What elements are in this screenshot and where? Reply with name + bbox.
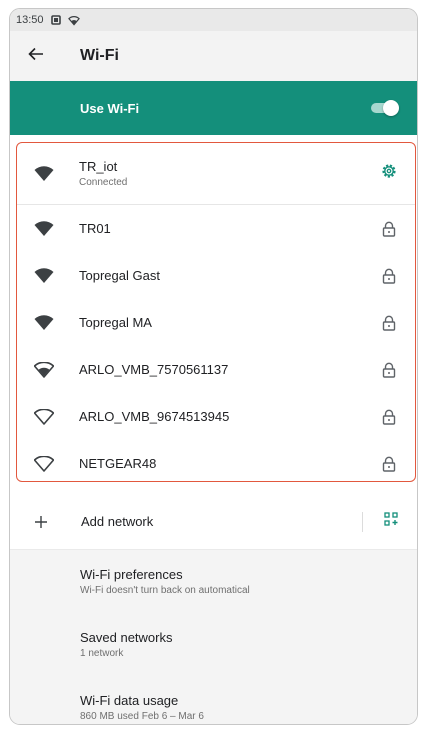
lock-icon <box>363 362 415 378</box>
network-row[interactable]: ARLO_VMB_9674513945 <box>17 393 415 440</box>
network-row[interactable]: NETGEAR48 <box>17 440 415 481</box>
qr-scan-icon <box>384 512 398 531</box>
wifi-signal-outline-icon <box>17 408 71 425</box>
network-row-connected[interactable]: TR_iot Connected <box>17 143 415 205</box>
wifi-status-icon <box>67 14 80 26</box>
network-status: Connected <box>79 177 128 188</box>
network-row[interactable]: TR01 <box>17 205 415 252</box>
lock-icon <box>363 315 415 331</box>
network-name: TR01 <box>79 221 111 236</box>
arrow-left-icon <box>28 47 44 66</box>
network-name: ARLO_VMB_9674513945 <box>79 409 230 424</box>
network-row[interactable]: Topregal MA <box>17 299 415 346</box>
wifi-signal-outline-icon <box>17 455 71 472</box>
gear-icon <box>381 163 397 184</box>
lock-icon <box>363 221 415 237</box>
notification-square-icon <box>50 14 62 26</box>
back-button[interactable] <box>10 31 62 81</box>
app-bar: Wi-Fi <box>10 31 417 81</box>
wifi-signal-full-icon <box>17 314 71 331</box>
use-wifi-toggle[interactable] <box>369 100 399 116</box>
page-title: Wi-Fi <box>80 47 119 64</box>
status-bar: 13:50 <box>10 9 417 31</box>
network-row[interactable]: ARLO_VMB_7570561137 <box>17 346 415 393</box>
lock-icon <box>363 456 415 472</box>
network-name: Topregal Gast <box>79 268 160 283</box>
pref-subtitle: 860 MB used Feb 6 – Mar 6 <box>80 711 204 722</box>
pref-subtitle: Wi-Fi doesn't turn back on automatical <box>80 585 250 596</box>
wifi-signal-full-icon <box>17 267 71 284</box>
wifi-preferences-item[interactable]: Wi-Fi preferences Wi-Fi doesn't turn bac… <box>10 550 417 613</box>
preferences-section: Wi-Fi preferences Wi-Fi doesn't turn bac… <box>10 550 417 724</box>
wifi-data-usage-item[interactable]: Wi-Fi data usage 860 MB used Feb 6 – Mar… <box>10 676 417 724</box>
network-list: TR_iot Connected TR01 Topregal Gast Topr… <box>16 142 416 482</box>
network-name: Topregal MA <box>79 315 152 330</box>
network-name: TR_iot <box>79 159 118 174</box>
add-network-row[interactable]: Add network <box>10 494 417 550</box>
use-wifi-row[interactable]: Use Wi-Fi <box>10 81 417 135</box>
network-row[interactable]: Topregal Gast <box>17 252 415 299</box>
pref-title: Saved networks <box>80 630 173 645</box>
pref-title: Wi-Fi preferences <box>80 567 183 582</box>
lock-icon <box>363 268 415 284</box>
use-wifi-label: Use Wi-Fi <box>80 100 140 116</box>
network-settings-button[interactable] <box>363 163 415 184</box>
pref-subtitle: 1 network <box>80 648 124 659</box>
network-name: NETGEAR48 <box>79 456 157 471</box>
add-network-label: Add network <box>81 514 154 529</box>
status-time: 13:50 <box>16 14 44 26</box>
wifi-signal-full-icon <box>17 220 71 237</box>
wifi-signal-partial-icon <box>17 361 71 378</box>
network-name: ARLO_VMB_7570561137 <box>79 362 229 377</box>
wifi-signal-full-icon <box>17 165 71 182</box>
pref-title: Wi-Fi data usage <box>80 693 179 708</box>
plus-icon <box>10 515 72 529</box>
lock-icon <box>363 409 415 425</box>
qr-scan-button[interactable] <box>363 512 417 531</box>
saved-networks-item[interactable]: Saved networks 1 network <box>10 613 417 676</box>
